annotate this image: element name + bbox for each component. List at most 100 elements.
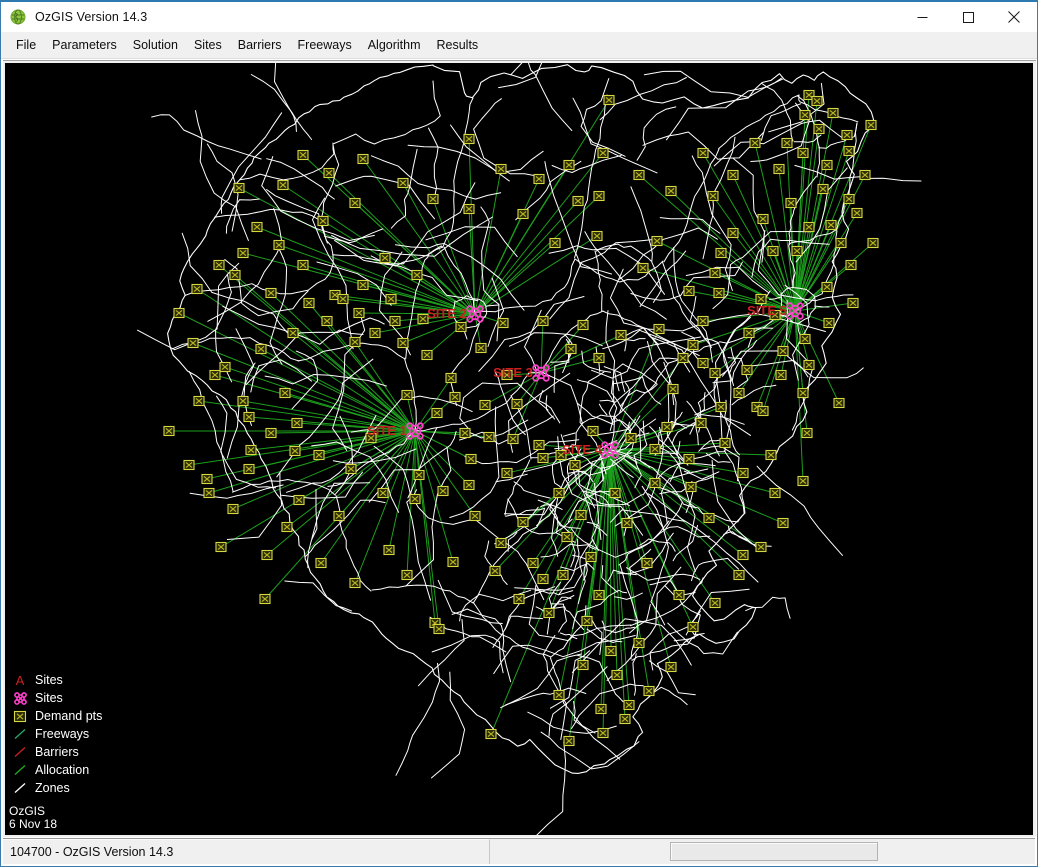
demand-point[interactable] (696, 419, 706, 428)
demand-point[interactable] (354, 309, 364, 318)
demand-point[interactable] (550, 239, 560, 248)
demand-point[interactable] (616, 331, 626, 340)
demand-point[interactable] (652, 237, 662, 246)
demand-point[interactable] (742, 366, 752, 375)
demand-point[interactable] (358, 155, 368, 164)
demand-point[interactable] (280, 389, 290, 398)
demand-point[interactable] (164, 427, 174, 436)
demand-point[interactable] (596, 705, 606, 714)
demand-point[interactable] (518, 518, 528, 527)
demand-point[interactable] (252, 223, 262, 232)
demand-point[interactable] (650, 479, 660, 488)
demand-point[interactable] (734, 389, 744, 398)
demand-point[interactable] (564, 161, 574, 170)
demand-point[interactable] (450, 393, 460, 402)
demand-point[interactable] (402, 391, 412, 400)
demand-point[interactable] (642, 559, 652, 568)
demand-point[interactable] (576, 511, 586, 520)
demand-point[interactable] (544, 609, 554, 618)
demand-point[interactable] (398, 339, 408, 348)
demand-point[interactable] (496, 539, 506, 548)
demand-point[interactable] (238, 397, 248, 406)
demand-point[interactable] (710, 269, 720, 278)
demand-point[interactable] (836, 239, 846, 248)
demand-point[interactable] (456, 323, 466, 332)
demand-point[interactable] (334, 512, 344, 521)
demand-point[interactable] (728, 229, 738, 238)
demand-point[interactable] (848, 299, 858, 308)
demand-point[interactable] (634, 639, 644, 648)
demand-point[interactable] (756, 543, 766, 552)
demand-point[interactable] (518, 210, 528, 219)
demand-point[interactable] (464, 205, 474, 214)
demand-point[interactable] (370, 329, 380, 338)
demand-point[interactable] (766, 451, 776, 460)
demand-point[interactable] (624, 701, 634, 710)
demand-point[interactable] (464, 481, 474, 490)
demand-point[interactable] (716, 249, 726, 258)
demand-point[interactable] (734, 571, 744, 580)
demand-point[interactable] (266, 289, 276, 298)
demand-point[interactable] (534, 441, 544, 450)
site-marker-5[interactable]: SITE 5 (747, 303, 803, 319)
demand-point[interactable] (304, 299, 314, 308)
demand-point[interactable] (464, 135, 474, 144)
demand-point[interactable] (834, 399, 844, 408)
demand-point[interactable] (338, 295, 348, 304)
demand-point[interactable] (358, 281, 368, 290)
demand-point[interactable] (428, 195, 438, 204)
demand-point[interactable] (710, 369, 720, 378)
demand-point[interactable] (804, 223, 814, 232)
minimize-button[interactable] (899, 2, 945, 32)
demand-point[interactable] (256, 345, 266, 354)
demand-point[interactable] (844, 147, 854, 156)
demand-point[interactable] (822, 283, 832, 292)
demand-point[interactable] (846, 261, 856, 270)
demand-point[interactable] (514, 595, 524, 604)
demand-point[interactable] (316, 559, 326, 568)
demand-point[interactable] (266, 429, 276, 438)
demand-point[interactable] (434, 625, 444, 634)
demand-point[interactable] (770, 489, 780, 498)
demand-point[interactable] (538, 575, 548, 584)
demand-point[interactable] (246, 446, 256, 455)
site-marker-1[interactable]: SITE 1 (367, 423, 423, 439)
demand-point[interactable] (448, 558, 458, 567)
demand-point[interactable] (346, 465, 356, 474)
demand-point[interactable] (662, 423, 672, 432)
demand-point[interactable] (298, 261, 308, 270)
demand-point[interactable] (502, 469, 512, 478)
demand-point[interactable] (688, 341, 698, 350)
demand-point[interactable] (606, 647, 616, 656)
menu-item-results[interactable]: Results (429, 35, 487, 56)
demand-point[interactable] (318, 217, 328, 226)
demand-point[interactable] (558, 571, 568, 580)
demand-point[interactable] (528, 559, 538, 568)
demand-point[interactable] (778, 347, 788, 356)
maximize-button[interactable] (945, 2, 991, 32)
demand-point[interactable] (800, 111, 810, 120)
demand-point[interactable] (194, 397, 204, 406)
demand-point[interactable] (822, 161, 832, 170)
demand-point[interactable] (564, 737, 574, 746)
demand-point[interactable] (812, 97, 822, 106)
demand-point[interactable] (684, 455, 694, 464)
demand-point[interactable] (714, 289, 724, 298)
demand-point[interactable] (622, 519, 632, 528)
demand-point[interactable] (288, 329, 298, 338)
demand-point[interactable] (294, 496, 304, 505)
demand-point[interactable] (260, 595, 270, 604)
demand-point[interactable] (758, 407, 768, 416)
demand-point[interactable] (214, 261, 224, 270)
demand-point[interactable] (390, 317, 400, 326)
demand-point[interactable] (282, 523, 292, 532)
demand-point[interactable] (216, 543, 226, 552)
demand-point[interactable] (350, 338, 360, 347)
demand-point[interactable] (844, 195, 854, 204)
demand-point[interactable] (566, 345, 576, 354)
demand-point[interactable] (720, 439, 730, 448)
demand-point[interactable] (204, 489, 214, 498)
demand-point[interactable] (324, 169, 334, 178)
demand-point[interactable] (686, 483, 696, 492)
demand-point[interactable] (860, 171, 870, 180)
